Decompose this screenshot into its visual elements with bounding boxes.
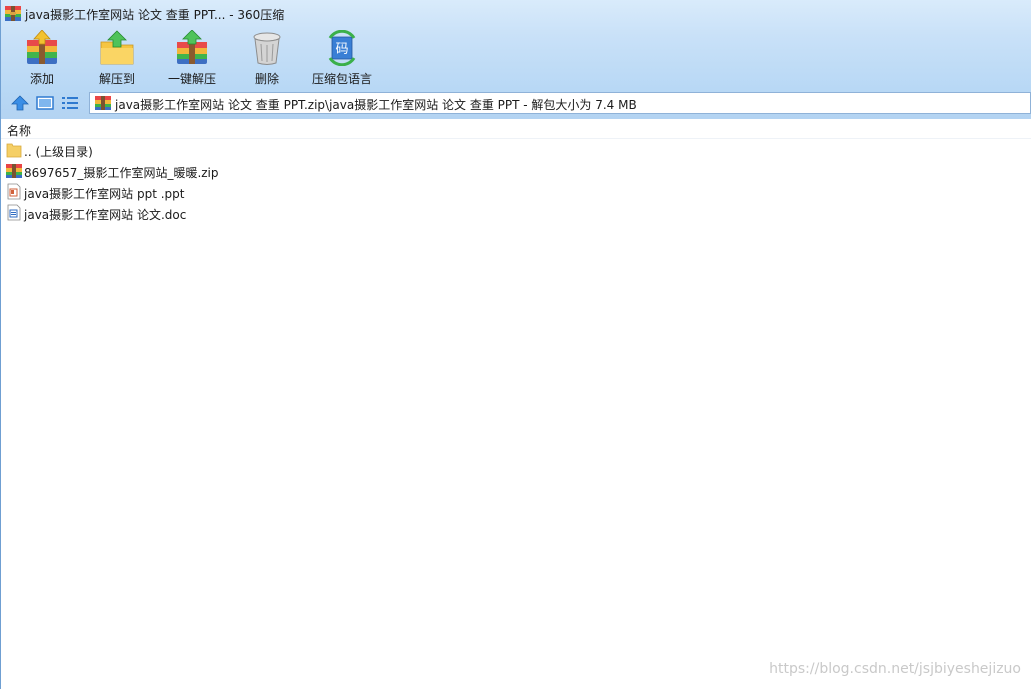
window-title: java摄影工作室网站 论文 查重 PPT... - 360压缩 xyxy=(25,8,285,22)
title-bar[interactable]: java摄影工作室网站 论文 查重 PPT... - 360压缩 xyxy=(1,0,1031,27)
list-item-name: 8697657_摄影工作室网站_暖暖.zip xyxy=(24,166,219,180)
one-click-extract-icon xyxy=(177,30,207,64)
file-list: 名称 .. (上级目录) 8697657_摄影工作室网站_暖暖.zip java… xyxy=(1,119,1031,689)
zip-archive-icon xyxy=(95,96,111,110)
navigation-bar: java摄影工作室网站 论文 查重 PPT.zip\java摄影工作室网站 论文… xyxy=(1,89,1031,117)
list-item[interactable]: java摄影工作室网站 ppt .ppt xyxy=(1,181,401,202)
add-button[interactable]: 添加 xyxy=(6,27,78,89)
extract-to-icon xyxy=(100,30,134,65)
language-glyph: 码 xyxy=(335,42,348,57)
window-chrome: java摄影工作室网站 论文 查重 PPT... - 360压缩 添加 解压到 … xyxy=(1,0,1031,119)
zip-archive-icon xyxy=(6,164,22,178)
list-item[interactable]: .. (上级目录) xyxy=(1,139,401,160)
add-archive-icon xyxy=(27,30,57,64)
watermark: https://blog.csdn.net/jsjbiyeshejizuo xyxy=(769,661,1021,677)
add-label: 添加 xyxy=(29,72,54,86)
ppt-file-icon xyxy=(7,183,21,200)
column-header[interactable]: 名称 xyxy=(1,119,1031,139)
archive-language-button[interactable]: 码 压缩包语言 xyxy=(306,27,378,89)
list-item[interactable]: 8697657_摄影工作室网站_暖暖.zip xyxy=(1,160,401,181)
one-click-extract-label: 一键解压 xyxy=(167,72,216,86)
list-view-icon[interactable] xyxy=(61,94,79,112)
delete-label: 删除 xyxy=(254,72,279,86)
extract-to-label: 解压到 xyxy=(98,72,135,86)
app-window: java摄影工作室网站 论文 查重 PPT... - 360压缩 添加 解压到 … xyxy=(0,0,1031,689)
list-item[interactable]: java摄影工作室网站 论文.doc xyxy=(1,202,401,223)
one-click-extract-button[interactable]: 一键解压 xyxy=(156,27,228,89)
zip-app-icon xyxy=(5,6,21,21)
delete-button[interactable]: 删除 xyxy=(231,27,303,89)
archive-language-icon: 码 xyxy=(328,30,356,66)
thumbnail-view-icon[interactable] xyxy=(36,94,54,112)
extract-to-button[interactable]: 解压到 xyxy=(81,27,153,89)
toolbar: 添加 解压到 一键解压 删除 码 压缩包语言 xyxy=(1,27,1031,89)
doc-file-icon xyxy=(7,204,21,221)
list-item-name: java摄影工作室网站 ppt .ppt xyxy=(24,187,185,201)
list-item-name: java摄影工作室网站 论文.doc xyxy=(24,208,187,222)
address-path: java摄影工作室网站 论文 查重 PPT.zip\java摄影工作室网站 论文… xyxy=(115,98,637,112)
archive-language-label: 压缩包语言 xyxy=(311,72,372,86)
column-name-header[interactable]: 名称 xyxy=(7,122,31,139)
list-item-name: .. (上级目录) xyxy=(24,145,93,159)
folder-icon xyxy=(6,143,22,158)
address-bar[interactable]: java摄影工作室网站 论文 查重 PPT.zip\java摄影工作室网站 论文… xyxy=(89,92,1031,114)
delete-trash-icon xyxy=(253,32,281,65)
up-arrow-icon[interactable] xyxy=(11,94,29,112)
